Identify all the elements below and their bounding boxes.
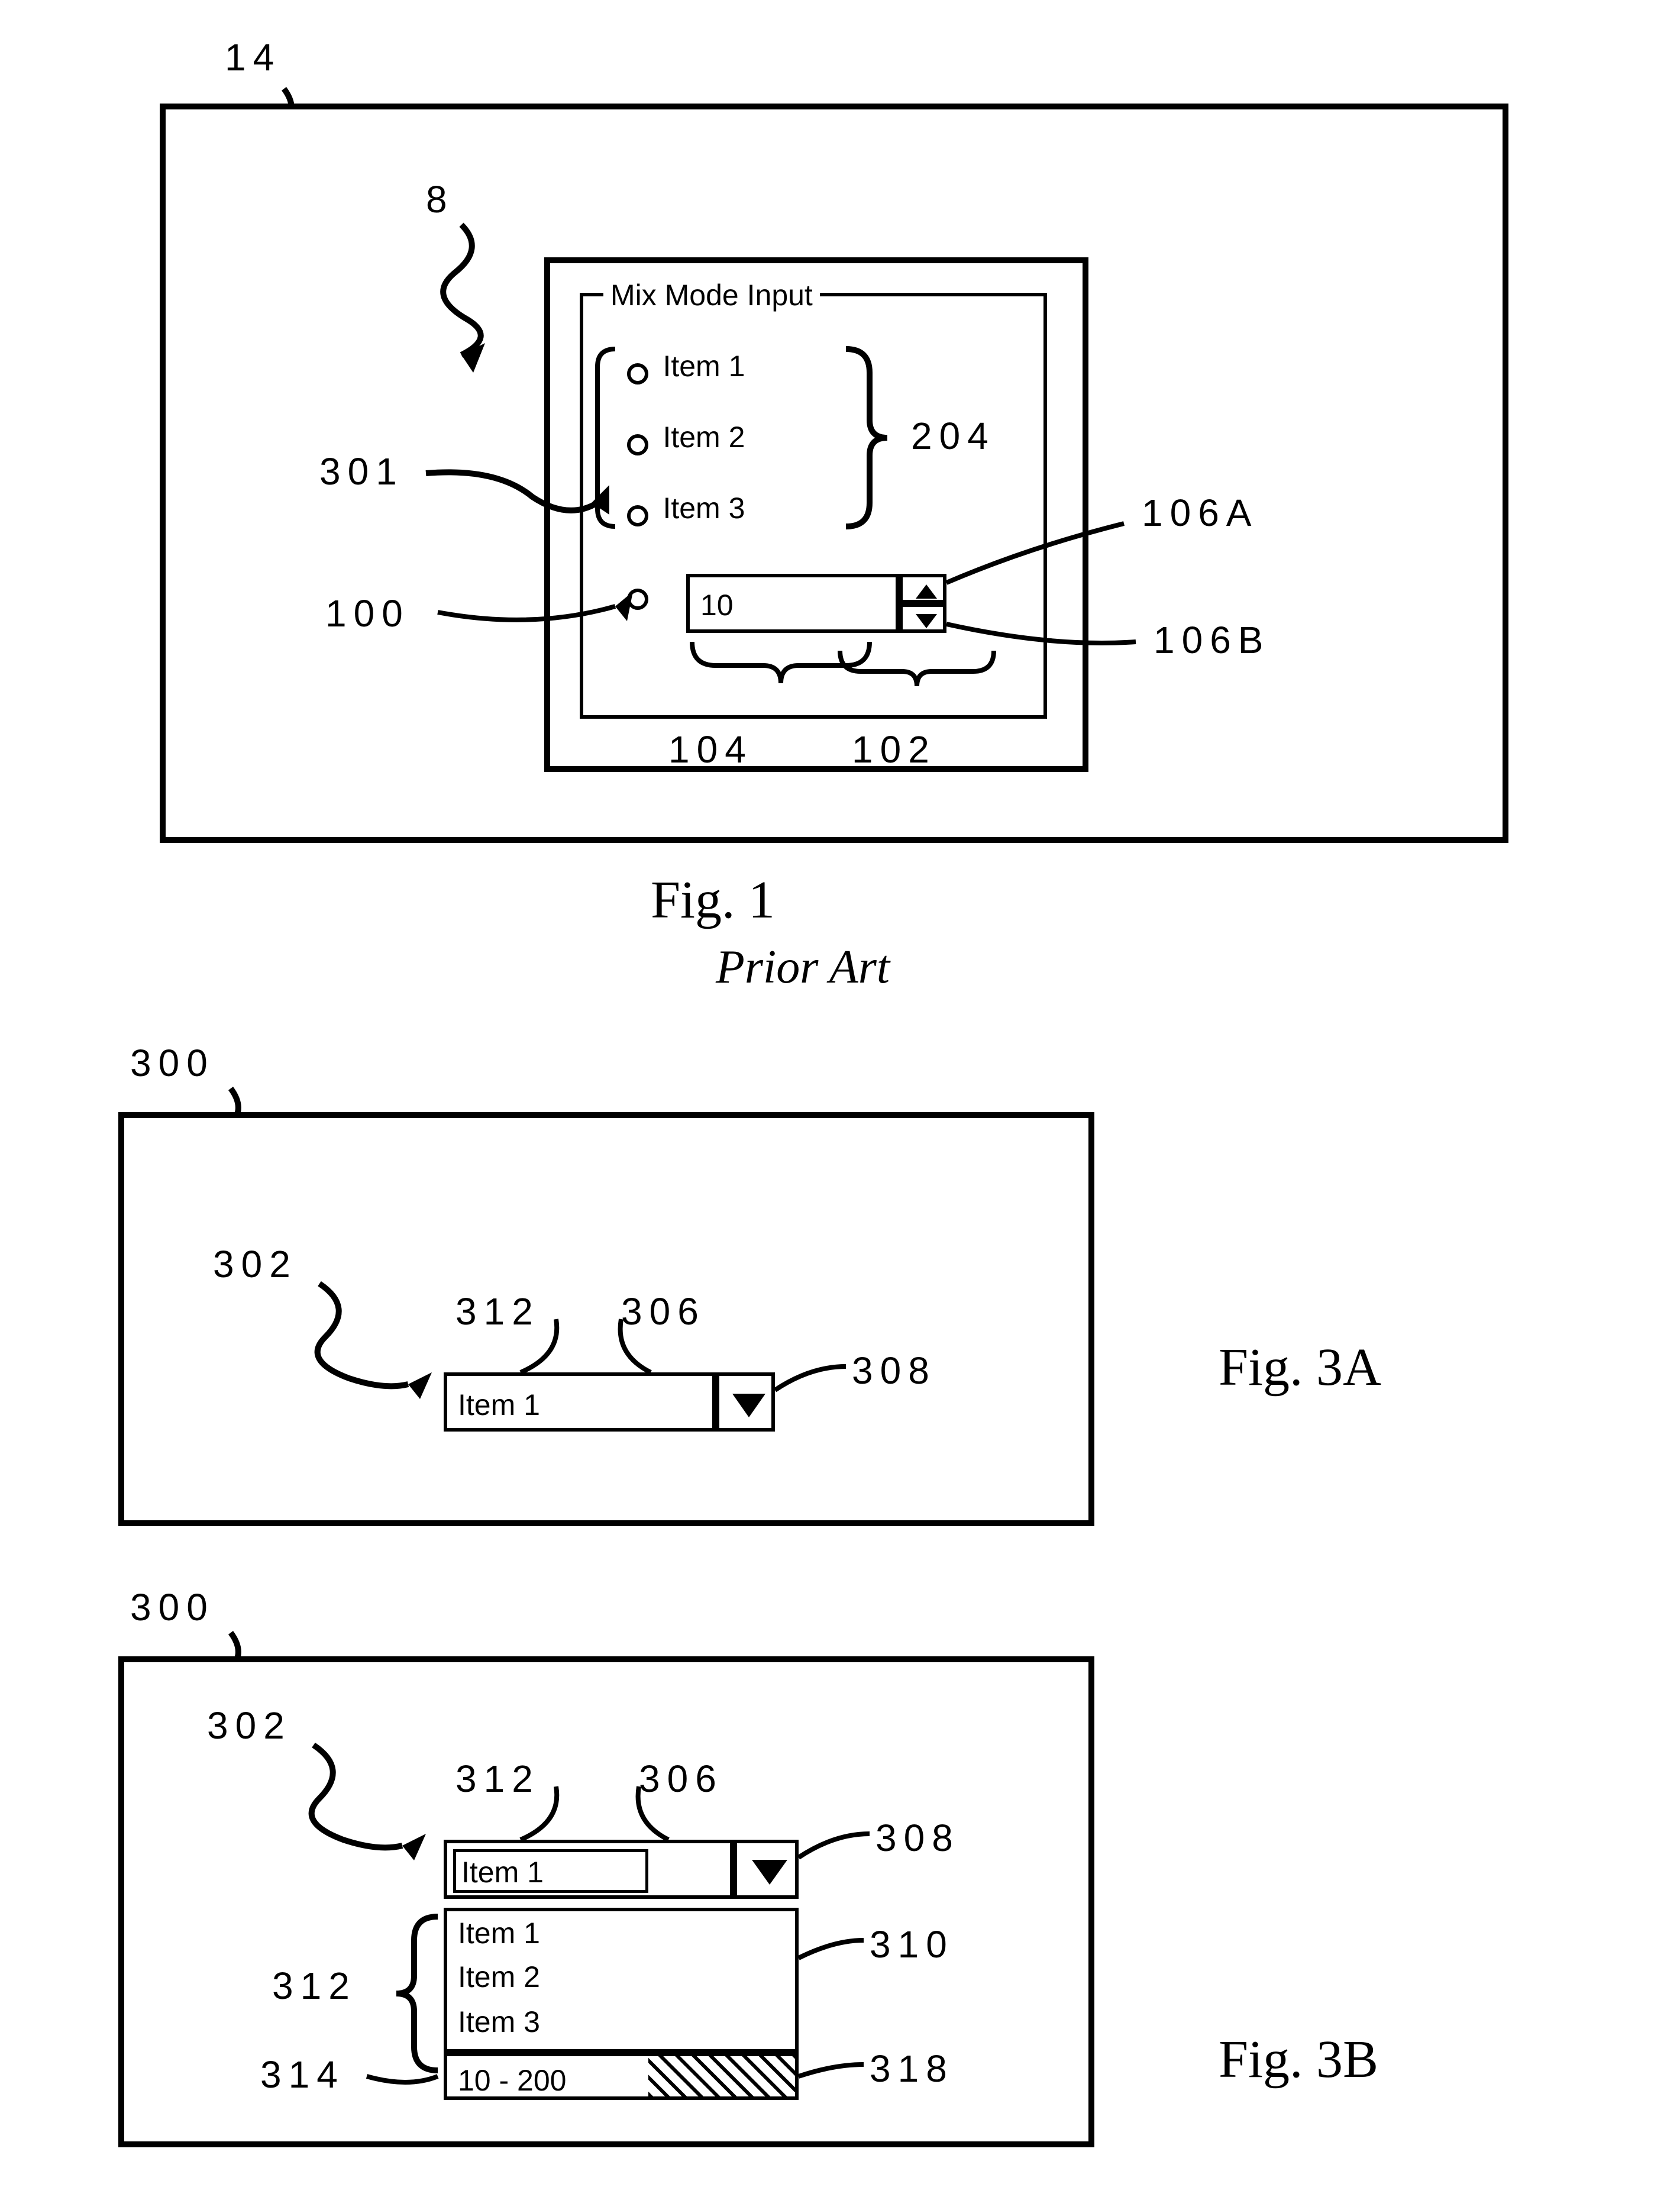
radio-icon[interactable] bbox=[627, 505, 648, 526]
radio-label: Item 3 bbox=[663, 492, 745, 525]
ref-314: 314 bbox=[260, 2053, 345, 2096]
ref-204: 204 bbox=[911, 414, 996, 458]
ref-301: 301 bbox=[319, 450, 404, 493]
ref-300-3a: 300 bbox=[130, 1041, 215, 1085]
ref-306-3a: 306 bbox=[621, 1290, 706, 1333]
ref-312-3b-top: 312 bbox=[455, 1757, 540, 1801]
radio-row-3[interactable]: Item 3 bbox=[627, 491, 745, 526]
dropdown-listbox[interactable]: Item 1 Item 2 Item 3 bbox=[444, 1908, 799, 2053]
ref-302-3a: 302 bbox=[213, 1242, 298, 1286]
spin-value: 10 bbox=[700, 588, 734, 622]
radio-icon[interactable] bbox=[627, 434, 648, 455]
ref-100: 100 bbox=[325, 592, 410, 635]
radio-row-2[interactable]: Item 2 bbox=[627, 420, 745, 455]
spin-input[interactable]: 10 bbox=[686, 574, 899, 633]
ref-102: 102 bbox=[852, 728, 936, 771]
combo-dropdown-button-3b[interactable] bbox=[734, 1840, 799, 1899]
range-fill-hatch bbox=[648, 2056, 795, 2096]
ref-104: 104 bbox=[668, 728, 753, 771]
ref-312-3a: 312 bbox=[455, 1290, 540, 1333]
ref-312-3b-side: 312 bbox=[272, 1964, 357, 2008]
ref-106B: 106B bbox=[1154, 618, 1270, 662]
combo-value: Item 1 bbox=[458, 1388, 540, 1422]
ref-14: 14 bbox=[225, 35, 281, 79]
list-item[interactable]: Item 3 bbox=[458, 2005, 540, 2039]
range-row[interactable]: 10 - 200 bbox=[444, 2053, 799, 2100]
ref-8: 8 bbox=[426, 177, 454, 221]
groupbox-title: Mix Mode Input bbox=[603, 278, 820, 312]
ref-300-3b: 300 bbox=[130, 1585, 215, 1629]
fig3a-window bbox=[118, 1112, 1094, 1526]
ref-308-3b: 308 bbox=[875, 1816, 960, 1860]
ref-106A: 106A bbox=[1142, 491, 1258, 535]
list-item[interactable]: Item 1 bbox=[458, 1916, 540, 1950]
ref-308-3a: 308 bbox=[852, 1349, 936, 1392]
radio-label: Item 2 bbox=[663, 421, 745, 454]
combo-input-3b[interactable]: Item 1 bbox=[444, 1840, 734, 1899]
combo-input-3a[interactable]: Item 1 bbox=[444, 1372, 716, 1432]
spin-down-button[interactable] bbox=[899, 603, 946, 633]
ref-318: 318 bbox=[870, 2047, 954, 2091]
range-value: 10 - 200 bbox=[458, 2063, 566, 2098]
fig3b-caption: Fig. 3B bbox=[1219, 2029, 1378, 2090]
radio-icon[interactable] bbox=[627, 363, 648, 385]
fig1-caption: Fig. 1 bbox=[651, 870, 775, 931]
spin-up-button[interactable] bbox=[899, 574, 946, 603]
radio-icon[interactable] bbox=[627, 589, 648, 610]
fig3a-caption: Fig. 3A bbox=[1219, 1337, 1381, 1398]
fig1-caption-sub: Prior Art bbox=[716, 941, 890, 994]
ref-310: 310 bbox=[870, 1923, 954, 1966]
list-item[interactable]: Item 2 bbox=[458, 1960, 540, 1994]
ref-302-3b: 302 bbox=[207, 1704, 292, 1747]
ref-306-3b: 306 bbox=[639, 1757, 723, 1801]
spin-radio[interactable] bbox=[627, 589, 648, 610]
combo-dropdown-button-3a[interactable] bbox=[716, 1372, 775, 1432]
radio-row-1[interactable]: Item 1 bbox=[627, 349, 745, 385]
combo-value: Item 1 bbox=[461, 1855, 544, 1889]
radio-label: Item 1 bbox=[663, 350, 745, 383]
